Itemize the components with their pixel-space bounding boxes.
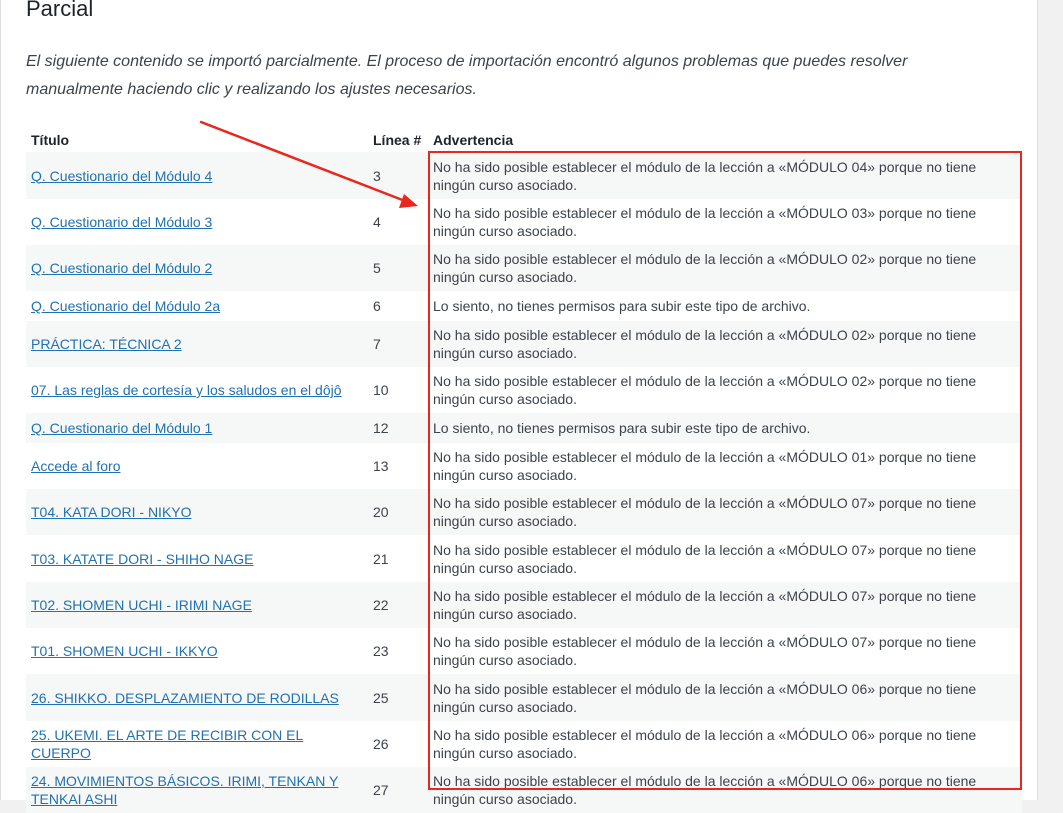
row-title-link[interactable]: T02. SHOMEN UCHI - IRIMI NAGE <box>31 597 252 613</box>
row-title-link[interactable]: Q. Cuestionario del Módulo 2 <box>31 260 212 276</box>
import-results-panel: Parcial El siguiente contenido se import… <box>0 0 1038 813</box>
row-title-link[interactable]: Accede al foro <box>31 458 121 474</box>
row-title-link[interactable]: 26. SHIKKO. DESPLAZAMIENTO DE RODILLAS <box>31 690 339 706</box>
cell-line-number: 23 <box>373 643 389 659</box>
cell-title: Q. Cuestionario del Módulo 4 <box>26 152 368 199</box>
row-title-link[interactable]: T04. KATA DORI - NIKYO <box>31 504 192 520</box>
cell-warning: No ha sido posible establecer el módulo … <box>433 205 977 239</box>
row-title-link[interactable]: Q. Cuestionario del Módulo 2a <box>31 298 220 314</box>
table-row: 25. UKEMI. EL ARTE DE RECIBIR CON EL CUE… <box>26 721 1022 767</box>
cell-warning: Lo siento, no tienes permisos para subir… <box>433 298 811 314</box>
cell-line-number: 5 <box>368 245 428 291</box>
cell-title: Q. Cuestionario del Módulo 2a <box>26 291 368 321</box>
cell-line-number: 22 <box>368 582 428 628</box>
cell-title: T04. KATA DORI - NIKYO <box>26 489 368 535</box>
cell-warning: No ha sido posible establecer el módulo … <box>433 634 977 668</box>
cell-warning: No ha sido posible establecer el módulo … <box>428 582 1022 628</box>
table-row: Q. Cuestionario del Módulo 4 3 No ha sido … <box>26 152 1022 199</box>
cell-warning: No ha sido posible establecer el módulo … <box>428 321 1022 367</box>
column-header-title: Título <box>31 132 70 148</box>
cell-warning: No ha sido posible establecer el módulo … <box>428 152 1022 199</box>
table-row: T02. SHOMEN UCHI - IRIMI NAGE 22 No ha sid… <box>26 582 1022 628</box>
cell-line-number: 3 <box>368 152 428 199</box>
cell-line-number: 20 <box>368 489 428 535</box>
cell-line-number: 13 <box>373 458 389 474</box>
cell-title: Accede al foro <box>26 443 368 489</box>
cell-line-number: 6 <box>373 298 381 314</box>
row-title-link[interactable]: 24. MOVIMIENTOS BÁSICOS. IRIMI, TENKAN Y… <box>31 773 338 807</box>
table-row: Q. Cuestionario del Módulo 2 5 No ha sido … <box>26 245 1022 291</box>
cell-title: Q. Cuestionario del Módulo 3 <box>26 199 368 245</box>
cell-line-number: 27 <box>368 767 428 813</box>
cell-line-number: 12 <box>368 413 428 443</box>
cell-warning: No ha sido posible establecer el módulo … <box>428 245 1022 291</box>
table-row: Accede al foro 13 No ha sido posible estab… <box>26 443 1022 489</box>
cell-warning: No ha sido posible establecer el módulo … <box>433 449 977 483</box>
cell-title: 24. MOVIMIENTOS BÁSICOS. IRIMI, TENKAN Y… <box>26 767 368 813</box>
table-row: T01. SHOMEN UCHI - IKKYO 23 No ha sido pos… <box>26 628 1022 674</box>
cell-line-number: 4 <box>373 214 381 230</box>
cell-warning: Lo siento, no tienes permisos para subir… <box>428 413 1022 443</box>
cell-title: T03. KATATE DORI - SHIHO NAGE <box>26 535 368 582</box>
table-row: T03. KATATE DORI - SHIHO NAGE 21 No ha sid… <box>26 535 1022 582</box>
cell-line-number: 7 <box>368 321 428 367</box>
cell-line-number: 26 <box>373 736 389 752</box>
cell-warning: No ha sido posible establecer el módulo … <box>433 541 977 576</box>
table-row: 07. Las reglas de cortesía y los saludos… <box>26 367 1022 413</box>
table-row: Q. Cuestionario del Módulo 3 4 No ha sido … <box>26 199 1022 245</box>
column-header-warning: Advertencia <box>433 132 514 148</box>
cell-title: 26. SHIKKO. DESPLAZAMIENTO DE RODILLAS <box>26 674 368 721</box>
row-title-link[interactable]: PRÁCTICA: TÉCNICA 2 <box>31 336 182 352</box>
import-description: El siguiente contenido se importó parcia… <box>26 53 908 98</box>
cell-warning: No ha sido posible establecer el módulo … <box>428 674 1022 721</box>
cell-warning: No ha sido posible establecer el módulo … <box>428 767 1022 813</box>
cell-line-number: 21 <box>373 550 389 567</box>
cell-line-number: 25 <box>368 674 428 721</box>
column-header-line: Línea # <box>373 132 422 148</box>
cell-title: 25. UKEMI. EL ARTE DE RECIBIR CON EL CUE… <box>26 721 368 767</box>
table-row: 26. SHIKKO. DESPLAZAMIENTO DE RODILLAS 25… <box>26 674 1022 721</box>
cell-title: T01. SHOMEN UCHI - IKKYO <box>26 628 368 674</box>
table-row: Q. Cuestionario del Módulo 2a 6 Lo siento,… <box>26 291 1022 321</box>
page-title: Parcial <box>26 0 94 21</box>
row-title-link[interactable]: Q. Cuestionario del Módulo 1 <box>31 420 212 436</box>
table-header-row: Título Línea # Advertencia <box>26 128 1022 152</box>
import-warnings-table: Título Línea # Advertencia Q. Cuestionar… <box>26 128 1022 813</box>
table-row: T04. KATA DORI - NIKYO 20 No ha sido posib… <box>26 489 1022 535</box>
table-row: PRÁCTICA: TÉCNICA 2 7 No ha sido posible e… <box>26 321 1022 367</box>
cell-line-number: 10 <box>373 382 389 398</box>
row-title-link[interactable]: T01. SHOMEN UCHI - IKKYO <box>31 643 218 659</box>
cell-warning: No ha sido posible establecer el módulo … <box>433 727 977 761</box>
table-body: Q. Cuestionario del Módulo 4 3 No ha sido … <box>26 152 1022 813</box>
row-title-link[interactable]: 07. Las reglas de cortesía y los saludos… <box>31 382 342 398</box>
row-title-link[interactable]: Q. Cuestionario del Módulo 4 <box>31 168 212 184</box>
cell-title: Q. Cuestionario del Módulo 2 <box>26 245 368 291</box>
cell-title: 07. Las reglas de cortesía y los saludos… <box>26 367 368 413</box>
cell-title: PRÁCTICA: TÉCNICA 2 <box>26 321 368 367</box>
row-title-link[interactable]: 25. UKEMI. EL ARTE DE RECIBIR CON EL CUE… <box>31 727 303 761</box>
cell-warning: No ha sido posible establecer el módulo … <box>428 489 1022 535</box>
table-row: 24. MOVIMIENTOS BÁSICOS. IRIMI, TENKAN Y… <box>26 767 1022 813</box>
cell-title: Q. Cuestionario del Módulo 1 <box>26 413 368 443</box>
table-row: Q. Cuestionario del Módulo 1 12 Lo siento,… <box>26 413 1022 443</box>
row-title-link[interactable]: Q. Cuestionario del Módulo 3 <box>31 214 212 230</box>
cell-warning: No ha sido posible establecer el módulo … <box>433 373 977 407</box>
row-title-link[interactable]: T03. KATATE DORI - SHIHO NAGE <box>31 551 253 567</box>
cell-title: T02. SHOMEN UCHI - IRIMI NAGE <box>26 582 368 628</box>
